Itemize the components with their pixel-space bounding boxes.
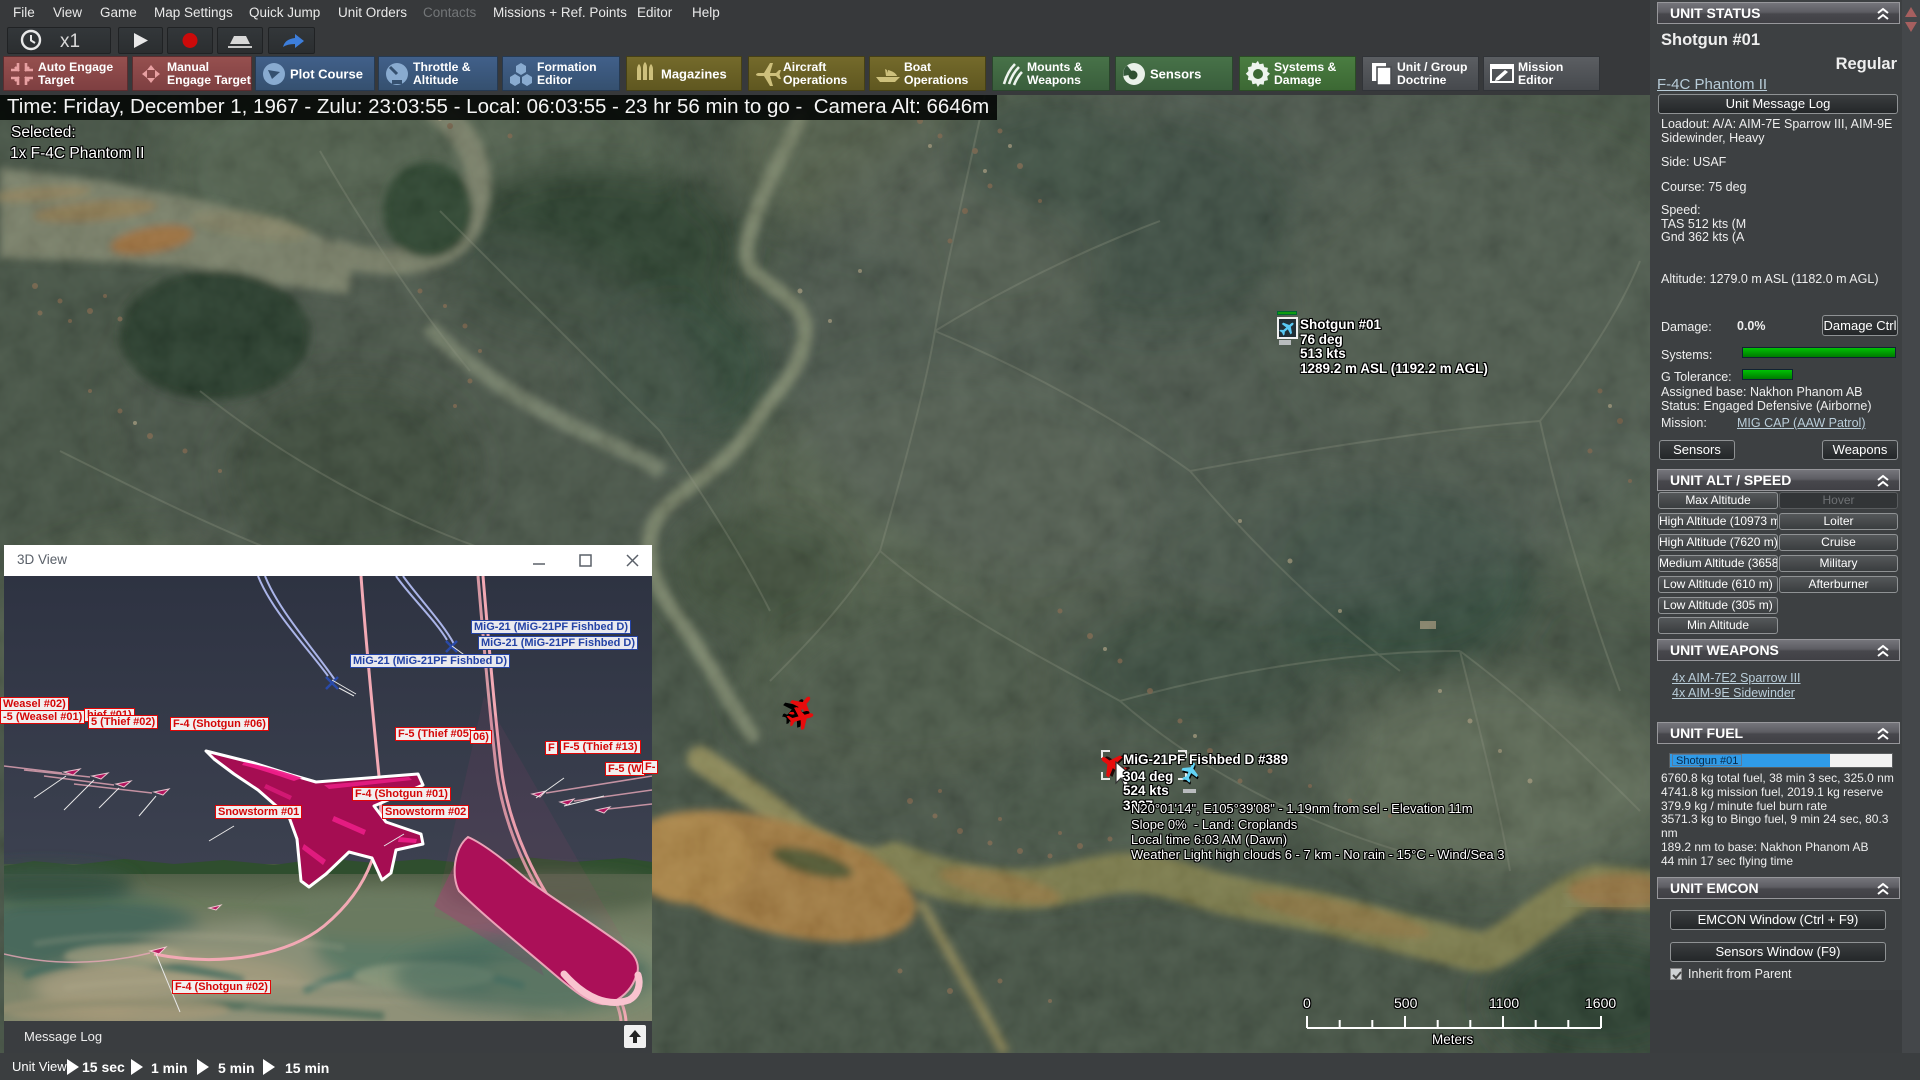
svg-text:x1: x1 (60, 31, 80, 52)
